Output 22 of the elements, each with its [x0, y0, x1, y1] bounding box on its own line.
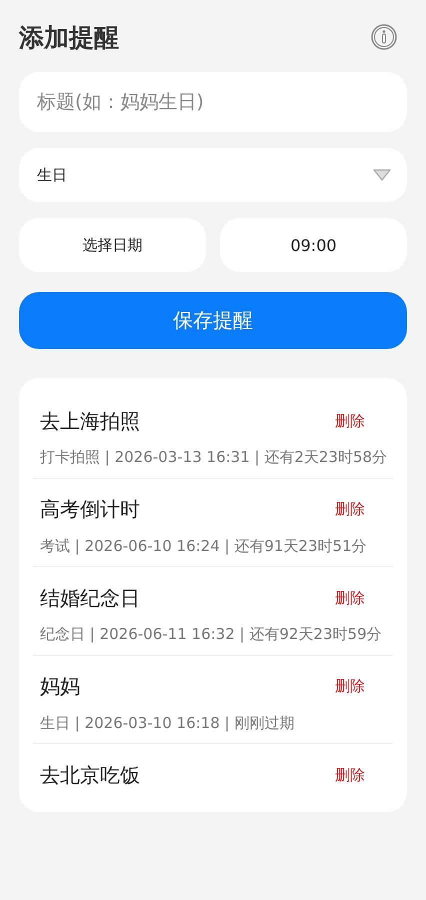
reminder-details: 打卡拍照 | 2026-03-13 16:31 | 还有2天23时58分: [39, 447, 388, 468]
category-dropdown[interactable]: 生日: [19, 148, 407, 202]
page-title: 添加提醒: [19, 22, 119, 54]
reminder-title: 高考倒计时: [40, 496, 140, 523]
delete-button[interactable]: 删除: [329, 496, 371, 523]
reminder-title: 妈妈: [40, 673, 80, 700]
delete-button[interactable]: 删除: [329, 673, 371, 700]
reminder-title: 去上海拍照: [40, 408, 140, 434]
title-input-field[interactable]: 标题(如：妈妈生日): [19, 72, 407, 132]
reminder-details: 生日 | 2026-03-10 16:18 | 刚刚过期: [39, 712, 296, 733]
reminder-title: 结婚纪念日: [40, 584, 140, 612]
dropdown-arrow-icon: [373, 169, 391, 181]
delete-button[interactable]: 删除: [329, 408, 371, 434]
time-picker-button[interactable]: 09:00: [220, 218, 407, 272]
reminder-details: 考试 | 2026-06-10 16:24 | 还有91天23时51分: [39, 536, 368, 556]
save-button[interactable]: 保存提醒: [19, 292, 407, 349]
delete-button[interactable]: 删除: [329, 762, 371, 788]
reminder-details: 纪念日 | 2026-06-11 16:32 | 还有92天23时59分: [39, 624, 383, 644]
info-icon[interactable]: [371, 24, 397, 50]
delete-button[interactable]: 删除: [329, 584, 371, 612]
date-picker-button[interactable]: 选择日期: [19, 218, 206, 272]
reminder-title: 去北京吃饭: [40, 762, 140, 788]
